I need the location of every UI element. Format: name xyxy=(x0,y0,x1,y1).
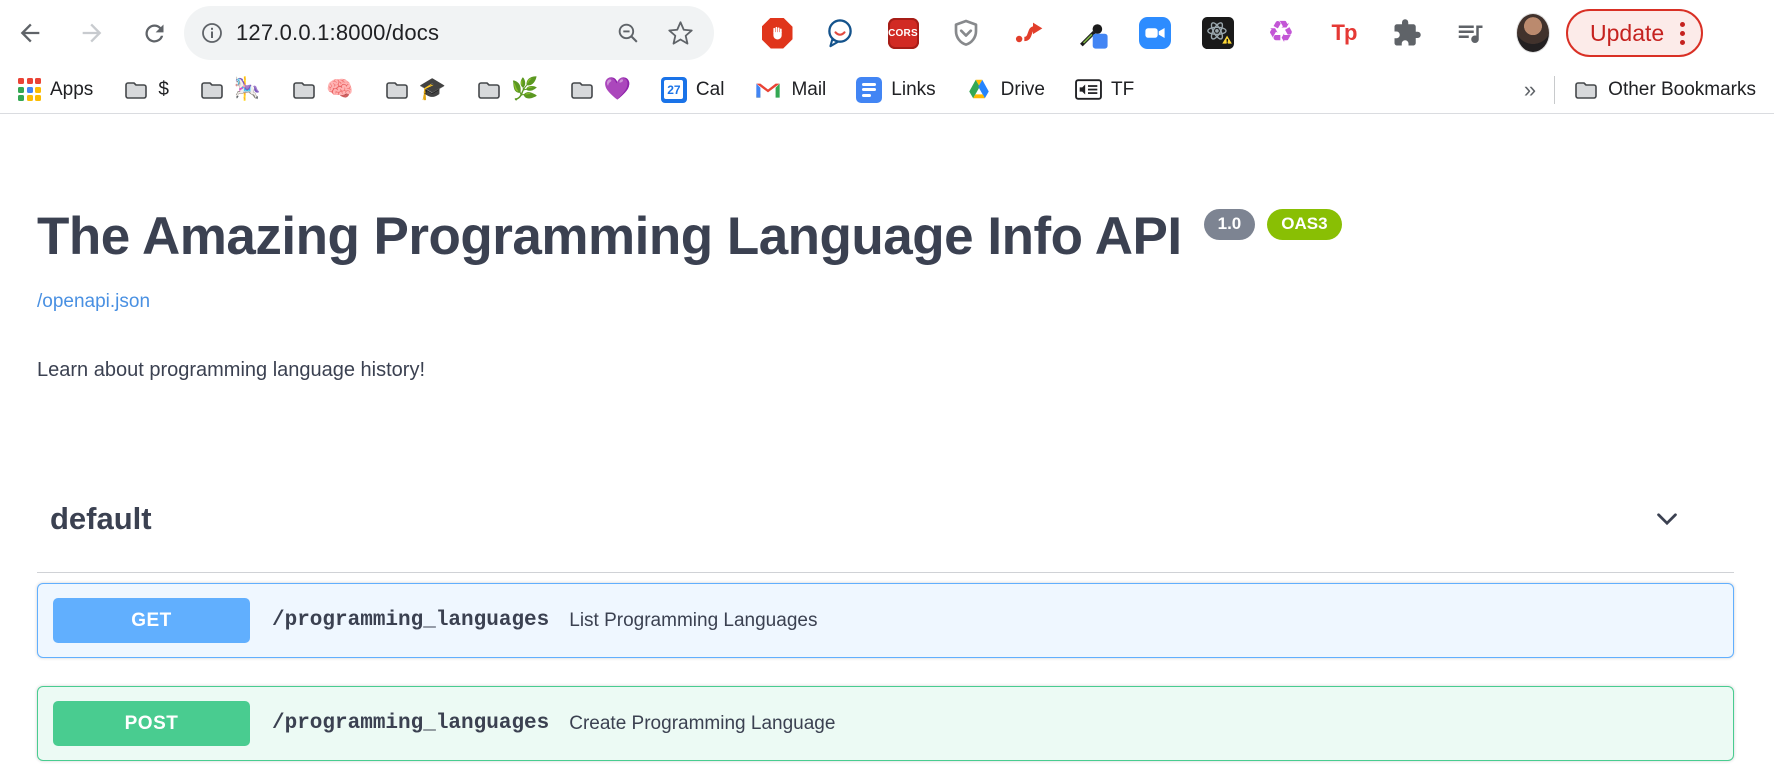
bookmark-links[interactable]: Links xyxy=(856,77,935,103)
default-tag-section: default GET /programming_languages List … xyxy=(37,500,1734,761)
other-bookmarks[interactable]: Other Bookmarks xyxy=(1573,79,1756,101)
folder-icon xyxy=(384,79,410,101)
bookmark-folder-dollar[interactable]: $ xyxy=(123,79,169,101)
bookmark-folder-graduation[interactable]: 🎓 xyxy=(384,79,446,101)
playlist-music-icon[interactable] xyxy=(1453,16,1487,50)
zoom-camera-icon[interactable] xyxy=(1138,16,1172,50)
adblock-icon[interactable] xyxy=(760,16,794,50)
url-text[interactable]: 127.0.0.1:8000/docs xyxy=(236,20,439,46)
google-calendar-icon: 27 xyxy=(661,77,687,103)
swagger-ui-page: The Amazing Programming Language Info AP… xyxy=(0,114,1774,780)
api-description: Learn about programming language history… xyxy=(37,359,1734,382)
folder-icon xyxy=(569,79,595,101)
carousel-horse-emoji: 🎠 xyxy=(234,79,261,101)
browser-toolbar: 127.0.0.1:8000/docs xyxy=(0,0,1774,66)
bookmark-calendar[interactable]: 27 Cal xyxy=(661,77,725,103)
gmail-icon xyxy=(754,79,782,100)
bookmark-folder-purple-heart[interactable]: 💜 xyxy=(569,79,631,101)
tag-header[interactable]: default xyxy=(37,500,1734,573)
folder-icon xyxy=(199,79,225,101)
herb-emoji: 🌿 xyxy=(511,79,538,101)
bookmark-folder-brain[interactable]: 🧠 xyxy=(291,79,353,101)
version-badge: 1.0 xyxy=(1204,209,1256,240)
apps-grid-icon xyxy=(18,78,41,101)
bookmarks-divider xyxy=(1554,76,1555,104)
bookmark-folder-herb[interactable]: 🌿 xyxy=(476,79,538,101)
browser-window: 127.0.0.1:8000/docs xyxy=(0,0,1774,780)
purple-heart-emoji: 💜 xyxy=(604,79,631,101)
bookmark-drive[interactable]: Drive xyxy=(966,78,1045,101)
openapi-json-link[interactable]: /openapi.json xyxy=(37,291,150,313)
page-title: The Amazing Programming Language Info AP… xyxy=(37,206,1182,267)
react-devtools-icon[interactable] xyxy=(1201,16,1235,50)
folder-icon xyxy=(1573,79,1599,101)
extensions-row: CORS xyxy=(760,16,1550,50)
bookmark-star-icon[interactable] xyxy=(667,20,694,47)
folder-icon xyxy=(476,79,502,101)
folder-icon xyxy=(291,79,317,101)
bookmarks-overflow-chevron[interactable]: » xyxy=(1524,77,1536,103)
update-button[interactable]: Update xyxy=(1566,9,1703,57)
tf-card-icon xyxy=(1075,79,1102,100)
color-picker-icon[interactable] xyxy=(1075,16,1109,50)
bookmark-gmail[interactable]: Mail xyxy=(754,79,826,101)
recycle-extension-icon[interactable]: ♻ xyxy=(1264,16,1298,50)
folder-icon xyxy=(123,79,149,101)
site-info-icon[interactable] xyxy=(200,21,224,45)
back-button[interactable] xyxy=(14,17,46,49)
tag-title: default xyxy=(50,501,152,537)
extensions-puzzle-icon[interactable] xyxy=(1390,16,1424,50)
endpoint-summary: Create Programming Language xyxy=(569,713,835,735)
endpoint-path: /programming_languages xyxy=(272,609,549,632)
google-drive-icon xyxy=(966,78,992,101)
post-method-button[interactable]: POST xyxy=(53,701,250,746)
brain-emoji: 🧠 xyxy=(326,79,353,101)
address-bar[interactable]: 127.0.0.1:8000/docs xyxy=(184,6,714,60)
forward-button[interactable] xyxy=(76,17,108,49)
chat-bubble-extension-icon[interactable] xyxy=(823,16,857,50)
forward-arrow-icon xyxy=(78,19,106,47)
chevron-down-icon[interactable] xyxy=(1648,500,1686,538)
endpoint-summary: List Programming Languages xyxy=(569,610,817,632)
profile-avatar[interactable] xyxy=(1516,16,1550,50)
reload-icon xyxy=(141,20,168,47)
red-arrow-extension-icon[interactable] xyxy=(1012,16,1046,50)
reload-button[interactable] xyxy=(138,17,170,49)
endpoint-row-post-programming-languages[interactable]: POST /programming_languages Create Progr… xyxy=(37,686,1734,761)
kebab-menu-icon[interactable] xyxy=(1680,22,1685,45)
endpoint-row-get-programming-languages[interactable]: GET /programming_languages List Programm… xyxy=(37,583,1734,658)
zoom-out-icon[interactable] xyxy=(616,21,641,46)
endpoint-path: /programming_languages xyxy=(272,712,549,735)
bookmark-apps[interactable]: Apps xyxy=(18,78,93,101)
cors-extension-icon[interactable]: CORS xyxy=(886,16,920,50)
pocket-shield-icon[interactable] xyxy=(949,16,983,50)
back-arrow-icon xyxy=(16,19,44,47)
get-method-button[interactable]: GET xyxy=(53,598,250,643)
bookmark-folder-carousel[interactable]: 🎠 xyxy=(199,79,261,101)
tp-extension-icon[interactable]: Tp xyxy=(1327,16,1361,50)
links-list-icon xyxy=(856,77,882,103)
bookmark-tf[interactable]: TF xyxy=(1075,79,1134,101)
bookmarks-bar: Apps $ 🎠 🧠 🎓 🌿 💜 27 Cal xyxy=(0,66,1774,114)
oas3-badge: OAS3 xyxy=(1267,209,1341,240)
graduation-cap-emoji: 🎓 xyxy=(419,79,446,101)
